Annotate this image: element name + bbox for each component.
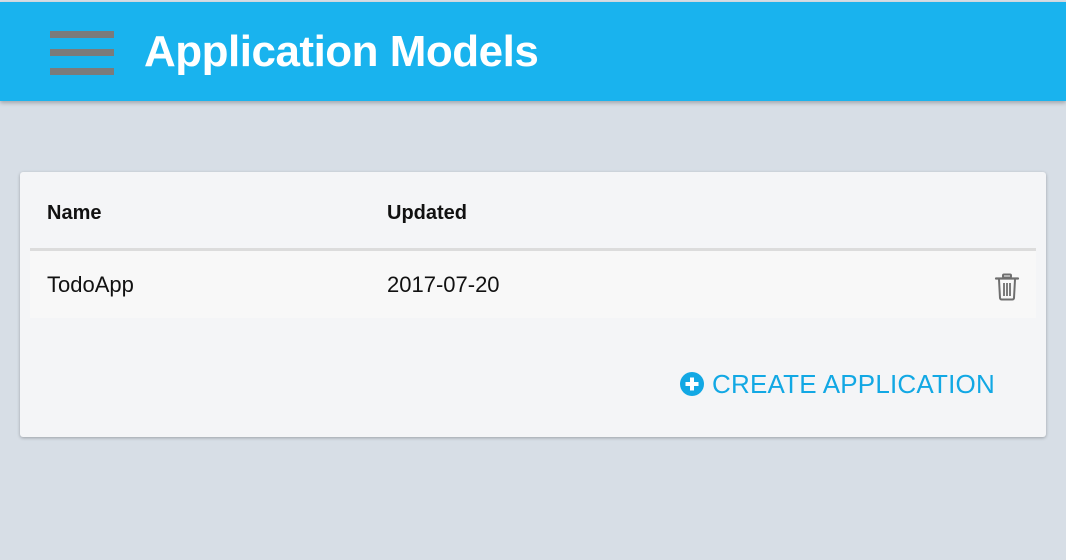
updated-date-cell: 2017-07-20	[387, 272, 500, 297]
hamburger-menu-icon	[50, 31, 114, 38]
create-application-button[interactable]: CREATE APPLICATION	[680, 367, 995, 401]
hamburger-menu-icon-bar	[50, 68, 114, 75]
app-name-cell[interactable]: TodoApp	[47, 272, 134, 298]
table-header: Name Updated	[30, 172, 1036, 251]
create-application-label: CREATE APPLICATION	[712, 368, 995, 399]
app-bar: Application Models	[0, 2, 1066, 101]
hamburger-menu-icon-bar	[50, 49, 114, 56]
page-title: Application Models	[144, 27, 539, 76]
column-header-updated: Updated	[387, 202, 467, 224]
menu-button[interactable]	[50, 31, 114, 76]
column-header-name: Name	[47, 202, 102, 224]
applications-card: Name Updated TodoApp 2017-07-20 CREATE A…	[20, 172, 1046, 437]
applications-table: Name Updated TodoApp 2017-07-20	[30, 172, 1036, 318]
table-row[interactable]: TodoApp 2017-07-20	[30, 251, 1036, 318]
delete-button[interactable]	[994, 273, 1020, 301]
plus-circle-icon	[680, 372, 704, 396]
trash-icon	[994, 273, 1020, 301]
